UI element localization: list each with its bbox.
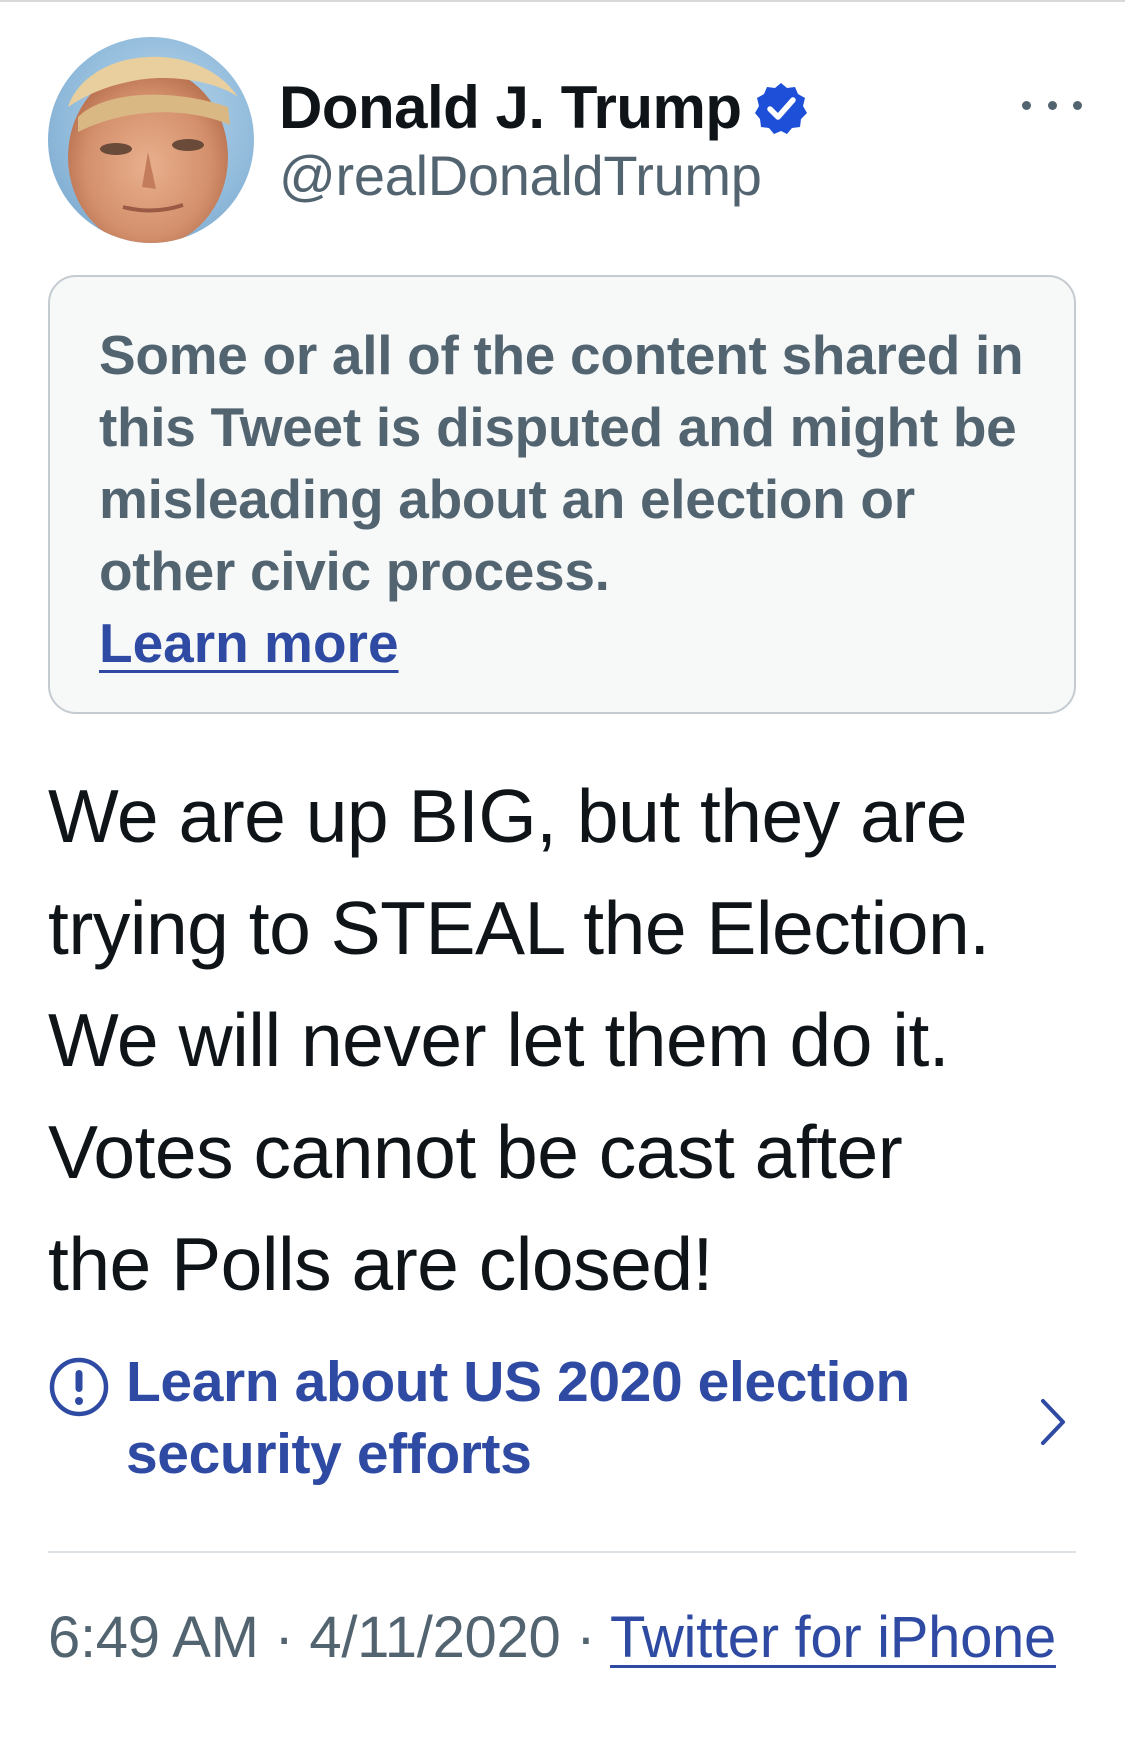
learn-more-link[interactable]: Learn more: [99, 607, 399, 679]
tweet-metadata: 6:49 AM · 4/11/2020 · Twitter for iPhone: [48, 1600, 1078, 1676]
disputed-content-notice: Some or all of the content shared in thi…: [48, 275, 1076, 714]
tweet-line: trying to STEAL the Election.: [48, 886, 990, 970]
tweet-source-link[interactable]: Twitter for iPhone: [610, 1605, 1056, 1670]
more-options-button[interactable]: [1022, 85, 1082, 125]
tweet-time[interactable]: 6:49 AM: [48, 1605, 259, 1670]
meta-separator: ·: [274, 1605, 294, 1670]
election-prompt-label[interactable]: Learn about US 2020 election security ef…: [126, 1346, 966, 1490]
tweet-line: the Polls are closed!: [48, 1222, 713, 1306]
exclamation-circle-icon: [49, 1357, 109, 1417]
chevron-right-icon: [1041, 1399, 1065, 1445]
verified-badge-icon: [754, 81, 808, 135]
tweet-line: We are up BIG, but they are: [48, 774, 967, 858]
election-info-prompt[interactable]: Learn about US 2020 election security ef…: [48, 1346, 1078, 1496]
notice-text: Some or all of the content shared in thi…: [99, 324, 1024, 602]
tweet-text: We are up BIG, but they are trying to ST…: [48, 760, 1088, 1320]
display-name[interactable]: Donald J. Trump: [279, 78, 742, 138]
more-horizontal-icon: [1022, 100, 1031, 110]
meta-separator: ·: [576, 1605, 596, 1670]
author-handle[interactable]: @realDonaldTrump: [279, 145, 762, 207]
tweet-line: We will never let them do it.: [48, 998, 950, 1082]
divider: [48, 1551, 1076, 1553]
author-name-row[interactable]: Donald J. Trump: [279, 68, 808, 148]
top-border: [0, 0, 1125, 2]
avatar[interactable]: [48, 37, 254, 243]
tweet-date[interactable]: 4/11/2020: [309, 1605, 560, 1670]
avatar-image: [68, 56, 238, 243]
tweet-line: Votes cannot be cast after: [48, 1110, 903, 1194]
